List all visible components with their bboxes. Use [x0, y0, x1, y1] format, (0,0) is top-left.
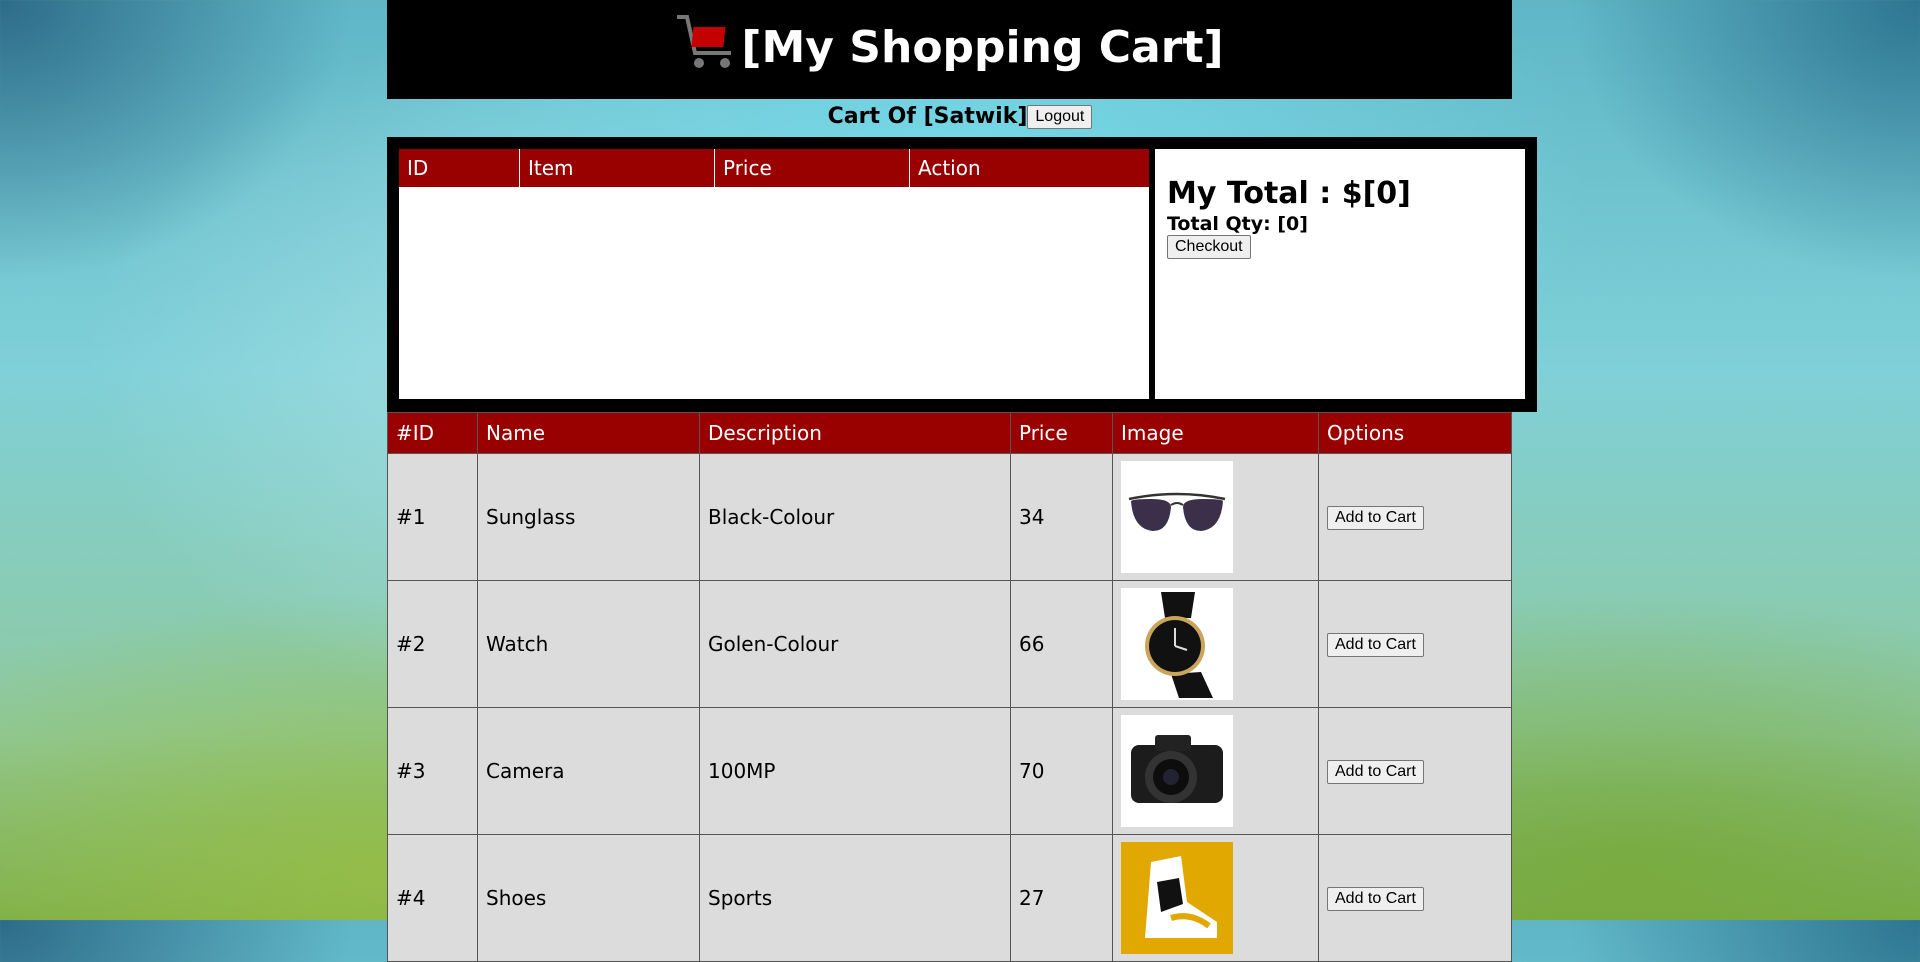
col-description: Description	[699, 412, 1011, 454]
product-description: Sports	[699, 834, 1011, 962]
watch-image	[1121, 588, 1233, 700]
page-header: [My Shopping Cart]	[387, 0, 1512, 99]
logout-button[interactable]: Logout	[1027, 105, 1093, 129]
col-image: Image	[1112, 412, 1319, 454]
cart-panel: ID Item Price Action My Total : $[0] Tot…	[387, 137, 1537, 412]
checkout-button[interactable]: Checkout	[1167, 235, 1251, 259]
product-price: 70	[1010, 707, 1113, 835]
table-row: #3 Camera 100MP 70 Add to Cart	[387, 707, 1512, 835]
product-description: 100MP	[699, 707, 1011, 835]
cart-summary: My Total : $[0] Total Qty: [0] Checkout	[1155, 149, 1525, 399]
product-name: Sunglass	[477, 453, 700, 581]
add-to-cart-button[interactable]: Add to Cart	[1327, 632, 1424, 657]
product-name: Watch	[477, 580, 700, 708]
table-row: #2 Watch Golen-Colour 66 Add to Cart	[387, 580, 1512, 708]
product-description: Golen-Colour	[699, 580, 1011, 708]
cart-total: My Total : $[0]	[1167, 176, 1411, 211]
product-description: Black-Colour	[699, 453, 1011, 581]
col-price: Price	[1010, 412, 1113, 454]
add-to-cart-button[interactable]: Add to Cart	[1327, 759, 1424, 784]
cart-table: ID Item Price Action	[399, 149, 1149, 187]
col-options: Options	[1318, 412, 1512, 454]
camera-image	[1121, 715, 1233, 827]
page-title: [My Shopping Cart]	[741, 22, 1224, 73]
product-id: #1	[387, 453, 478, 581]
shopping-cart-icon	[677, 14, 732, 68]
cart-table-container: ID Item Price Action	[399, 149, 1149, 399]
cart-col-action: Action	[909, 149, 1149, 187]
cart-col-item: Item	[519, 149, 715, 187]
table-row: #1 Sunglass Black-Colour 34 Add to Cart	[387, 453, 1512, 581]
cart-owner-label: Cart Of [Satwik]	[827, 104, 1028, 129]
user-bar: Cart Of [Satwik] Logout	[0, 104, 1920, 129]
product-price: 27	[1010, 834, 1113, 962]
product-id: #4	[387, 834, 478, 962]
product-name: Camera	[477, 707, 700, 835]
col-name: Name	[477, 412, 700, 454]
product-price: 34	[1010, 453, 1113, 581]
table-row: #4 Shoes Sports 27 Add to Cart	[387, 834, 1512, 962]
cart-col-price: Price	[714, 149, 910, 187]
product-table: #ID Name Description Price Image Options…	[387, 412, 1512, 962]
add-to-cart-button[interactable]: Add to Cart	[1327, 505, 1424, 530]
shoes-image	[1121, 842, 1233, 954]
product-price: 66	[1010, 580, 1113, 708]
cart-total-qty: Total Qty: [0]	[1167, 213, 1308, 235]
product-id: #2	[387, 580, 478, 708]
sunglasses-image	[1121, 461, 1233, 573]
product-name: Shoes	[477, 834, 700, 962]
col-id: #ID	[387, 412, 478, 454]
add-to-cart-button[interactable]: Add to Cart	[1327, 886, 1424, 911]
cart-col-id: ID	[399, 149, 520, 187]
product-id: #3	[387, 707, 478, 835]
